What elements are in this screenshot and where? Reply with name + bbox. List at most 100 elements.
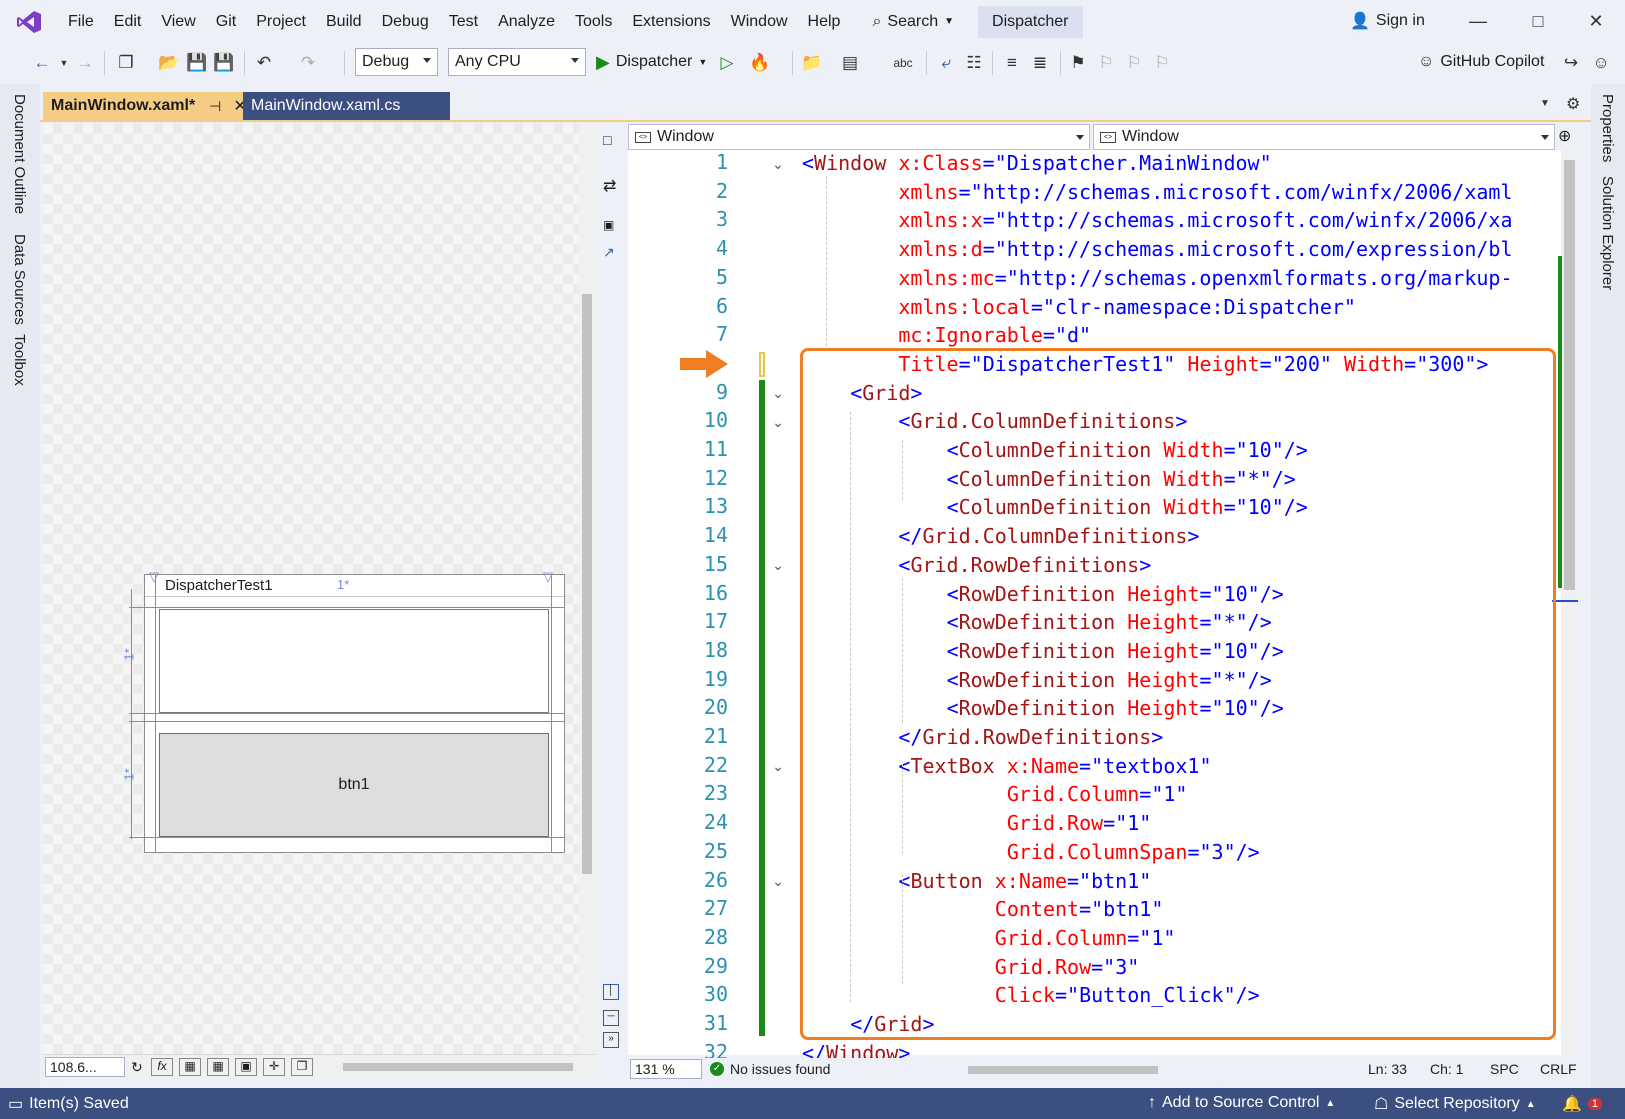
designer-zoom-select[interactable]: 108.6... bbox=[45, 1057, 125, 1077]
tab-overflow-icon[interactable]: ▼ bbox=[1540, 98, 1550, 109]
code-scroll-thumb[interactable] bbox=[1564, 160, 1575, 590]
code-line[interactable]: xmlns="http://schemas.microsoft.com/winf… bbox=[898, 179, 1512, 205]
editor-zoom-select[interactable]: 131 % bbox=[630, 1059, 702, 1079]
next-bookmark-icon[interactable]: ⚐ bbox=[1122, 49, 1146, 77]
platform-select[interactable]: Any CPU bbox=[448, 48, 586, 76]
xaml-designer-surface[interactable]: DispatcherTest1 btn1 1* 1* 1* ▽ ▽ bbox=[43, 124, 579, 1054]
layout-icon[interactable]: ▤ bbox=[838, 49, 862, 77]
settings-gear-icon[interactable]: ⚙ bbox=[1566, 94, 1580, 114]
designer-horizontal-scroll-thumb[interactable] bbox=[343, 1063, 573, 1071]
back-dropdown-icon[interactable]: ▼ bbox=[58, 49, 70, 77]
sign-in-button[interactable]: 👤 Sign in bbox=[1350, 6, 1425, 36]
search-button[interactable]: ⌕ Search ▼ bbox=[864, 7, 962, 37]
start-without-debugging-icon[interactable]: ▷ bbox=[716, 49, 738, 77]
char-indicator[interactable]: Ch: 1 bbox=[1430, 1061, 1463, 1077]
open-folder-icon[interactable]: 📂 bbox=[157, 49, 181, 77]
solution-explorer-icon[interactable]: 📁 bbox=[800, 49, 824, 77]
menu-build[interactable]: Build bbox=[316, 7, 372, 37]
row-size-label[interactable]: 1* bbox=[122, 768, 137, 780]
design-view-icon[interactable]: □ bbox=[603, 132, 611, 148]
menu-analyze[interactable]: Analyze bbox=[488, 7, 565, 37]
data-sources-tab[interactable]: Data Sources bbox=[11, 234, 28, 325]
redo-icon[interactable]: ↷ bbox=[296, 49, 320, 77]
select-repository-button[interactable]: ☖ Select Repository ▲ bbox=[1374, 1094, 1536, 1114]
fold-chevron-icon[interactable]: ⌄ bbox=[770, 414, 786, 430]
save-all-icon[interactable]: 💾 bbox=[212, 49, 236, 77]
element-member-select[interactable]: <> Window bbox=[1093, 124, 1555, 150]
fold-chevron-icon[interactable]: ⌄ bbox=[770, 873, 786, 890]
new-project-icon[interactable]: ❐ bbox=[114, 49, 138, 77]
menu-window[interactable]: Window bbox=[721, 7, 798, 37]
designer-vertical-scrollbar[interactable] bbox=[579, 124, 595, 1054]
class-view-icon[interactable]: ☷ bbox=[962, 49, 986, 77]
forward-icon[interactable]: → bbox=[74, 49, 96, 77]
menu-extensions[interactable]: Extensions bbox=[622, 7, 720, 37]
save-icon[interactable]: 💾 bbox=[185, 49, 209, 77]
grid-icon[interactable]: ▦ bbox=[179, 1058, 201, 1076]
refresh-icon[interactable]: ↻ bbox=[131, 1059, 143, 1076]
bookmark-icon[interactable]: ⚑ bbox=[1066, 49, 1090, 77]
toolbox-tab[interactable]: Toolbox bbox=[11, 334, 28, 386]
line-ending-indicator[interactable]: CRLF bbox=[1540, 1061, 1577, 1077]
spell-check-icon[interactable]: abc bbox=[890, 49, 916, 77]
preview-button[interactable]: btn1 bbox=[159, 733, 549, 837]
designer-scroll-thumb[interactable] bbox=[582, 294, 592, 874]
pin-icon[interactable]: ⊣ bbox=[209, 98, 221, 115]
vertical-split-icon[interactable]: │ bbox=[603, 984, 619, 1000]
menu-project[interactable]: Project bbox=[246, 7, 316, 37]
tab-mainwindow-xaml[interactable]: MainWindow.xaml* ⊣ ✕ bbox=[43, 92, 247, 120]
menu-edit[interactable]: Edit bbox=[104, 7, 152, 37]
whitespace-indicator[interactable]: SPC bbox=[1490, 1061, 1519, 1077]
issues-indicator[interactable]: ✓ No issues found bbox=[710, 1061, 830, 1077]
back-icon[interactable]: ← bbox=[30, 49, 54, 77]
add-to-source-control-button[interactable]: ↑ Add to Source Control ▲ bbox=[1148, 1094, 1335, 1112]
fold-chevron-icon[interactable]: ⌄ bbox=[770, 758, 786, 775]
prev-bookmark-icon[interactable]: ⚐ bbox=[1094, 49, 1118, 77]
minimize-button[interactable]: — bbox=[1458, 6, 1498, 36]
preview-textbox[interactable] bbox=[159, 609, 549, 713]
code-horizontal-scroll-thumb[interactable] bbox=[968, 1066, 1158, 1074]
popout-icon[interactable]: ↗ bbox=[603, 244, 615, 261]
menu-git[interactable]: Git bbox=[206, 7, 246, 37]
solution-explorer-tab[interactable]: Solution Explorer bbox=[1599, 176, 1616, 290]
artboard-icon[interactable]: ▣ bbox=[235, 1058, 257, 1076]
menu-file[interactable]: File bbox=[58, 7, 104, 37]
code-line[interactable]: <Window x:Class="Dispatcher.MainWindow" bbox=[802, 150, 1272, 176]
code-line[interactable]: xmlns:local="clr-namespace:Dispatcher" bbox=[898, 294, 1356, 320]
menu-debug[interactable]: Debug bbox=[372, 7, 439, 37]
uncomment-icon[interactable]: ≣ bbox=[1028, 49, 1052, 77]
solution-name-badge[interactable]: Dispatcher bbox=[978, 5, 1083, 38]
line-indicator[interactable]: Ln: 33 bbox=[1368, 1061, 1407, 1077]
code-line[interactable]: xmlns:mc="http://schemas.openxmlformats.… bbox=[898, 265, 1512, 291]
menu-help[interactable]: Help bbox=[798, 7, 851, 37]
menu-test[interactable]: Test bbox=[439, 7, 488, 37]
window-preview[interactable]: DispatcherTest1 btn1 1* 1* 1* ▽ ▽ bbox=[122, 569, 565, 853]
document-outline-tab[interactable]: Document Outline bbox=[11, 94, 28, 214]
element-scope-select[interactable]: <> Window bbox=[628, 124, 1090, 150]
visual-studio-logo-icon[interactable] bbox=[0, 0, 58, 43]
properties-tab[interactable]: Properties bbox=[1599, 94, 1616, 162]
step-icon[interactable]: ⤶ bbox=[934, 49, 958, 77]
start-debugging-button[interactable]: ▶ Dispatcher ▼ bbox=[596, 48, 707, 76]
tab-mainwindow-xaml-cs[interactable]: MainWindow.xaml.cs bbox=[243, 92, 450, 120]
code-line[interactable]: xmlns:x="http://schemas.microsoft.com/wi… bbox=[898, 207, 1512, 233]
notifications-button[interactable]: 🔔 1 bbox=[1562, 1094, 1603, 1114]
device-preview-icon[interactable]: ❐ bbox=[291, 1058, 313, 1076]
maximize-button[interactable]: □ bbox=[1518, 6, 1558, 36]
fold-chevron-icon[interactable]: ⌄ bbox=[770, 385, 786, 402]
horizontal-split-icon[interactable]: ─ bbox=[603, 1010, 619, 1026]
fold-chevron-icon[interactable]: ⌄ bbox=[770, 156, 786, 172]
split-editor-icon[interactable]: ⊕ bbox=[1558, 126, 1571, 146]
code-line[interactable]: xmlns:d="http://schemas.microsoft.com/ex… bbox=[898, 236, 1512, 262]
comment-icon[interactable]: ≡ bbox=[1000, 49, 1024, 77]
code-line[interactable]: mc:Ignorable="d" bbox=[898, 322, 1091, 348]
collapse-pane-icon[interactable]: » bbox=[603, 1032, 619, 1048]
fold-chevron-icon[interactable]: ⌄ bbox=[770, 557, 786, 574]
column-size-label[interactable]: 1* bbox=[337, 577, 349, 592]
github-copilot-button[interactable]: ☺ GitHub Copilot bbox=[1418, 48, 1544, 76]
hot-reload-icon[interactable]: 🔥 bbox=[748, 49, 772, 77]
close-button[interactable]: ✕ bbox=[1576, 6, 1616, 36]
row-size-label[interactable]: 1* bbox=[122, 648, 137, 660]
share-icon[interactable]: ↪ bbox=[1560, 49, 1582, 77]
undo-icon[interactable]: ↶ bbox=[252, 49, 276, 77]
